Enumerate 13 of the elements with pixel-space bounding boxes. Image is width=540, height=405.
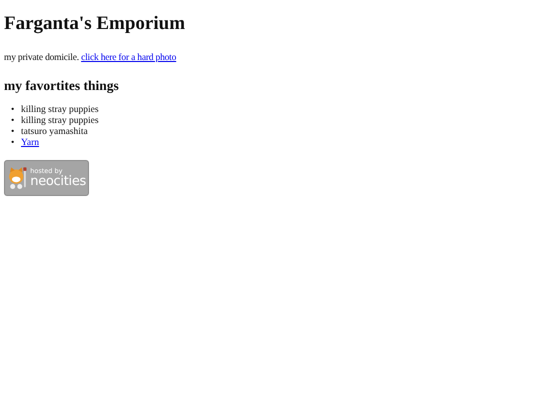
section-heading: my favortites things xyxy=(4,78,120,94)
bullet: • xyxy=(11,116,16,127)
bullet: • xyxy=(11,138,16,149)
list-item-text: killing stray puppies xyxy=(21,104,99,115)
badge-wordmark: neocities xyxy=(30,174,86,188)
intro-text: my private domicile. xyxy=(4,52,79,63)
bullet: • xyxy=(11,126,16,138)
list-item-text: killing stray puppies xyxy=(21,116,99,126)
list-item-text: tatsuro yamashita xyxy=(21,126,88,137)
photo-link[interactable]: click here for a hard photo xyxy=(81,52,176,63)
bullet: • xyxy=(11,104,16,116)
list-link[interactable]: Yarn xyxy=(21,138,40,148)
page-title: Farganta's Emporium xyxy=(4,13,186,36)
